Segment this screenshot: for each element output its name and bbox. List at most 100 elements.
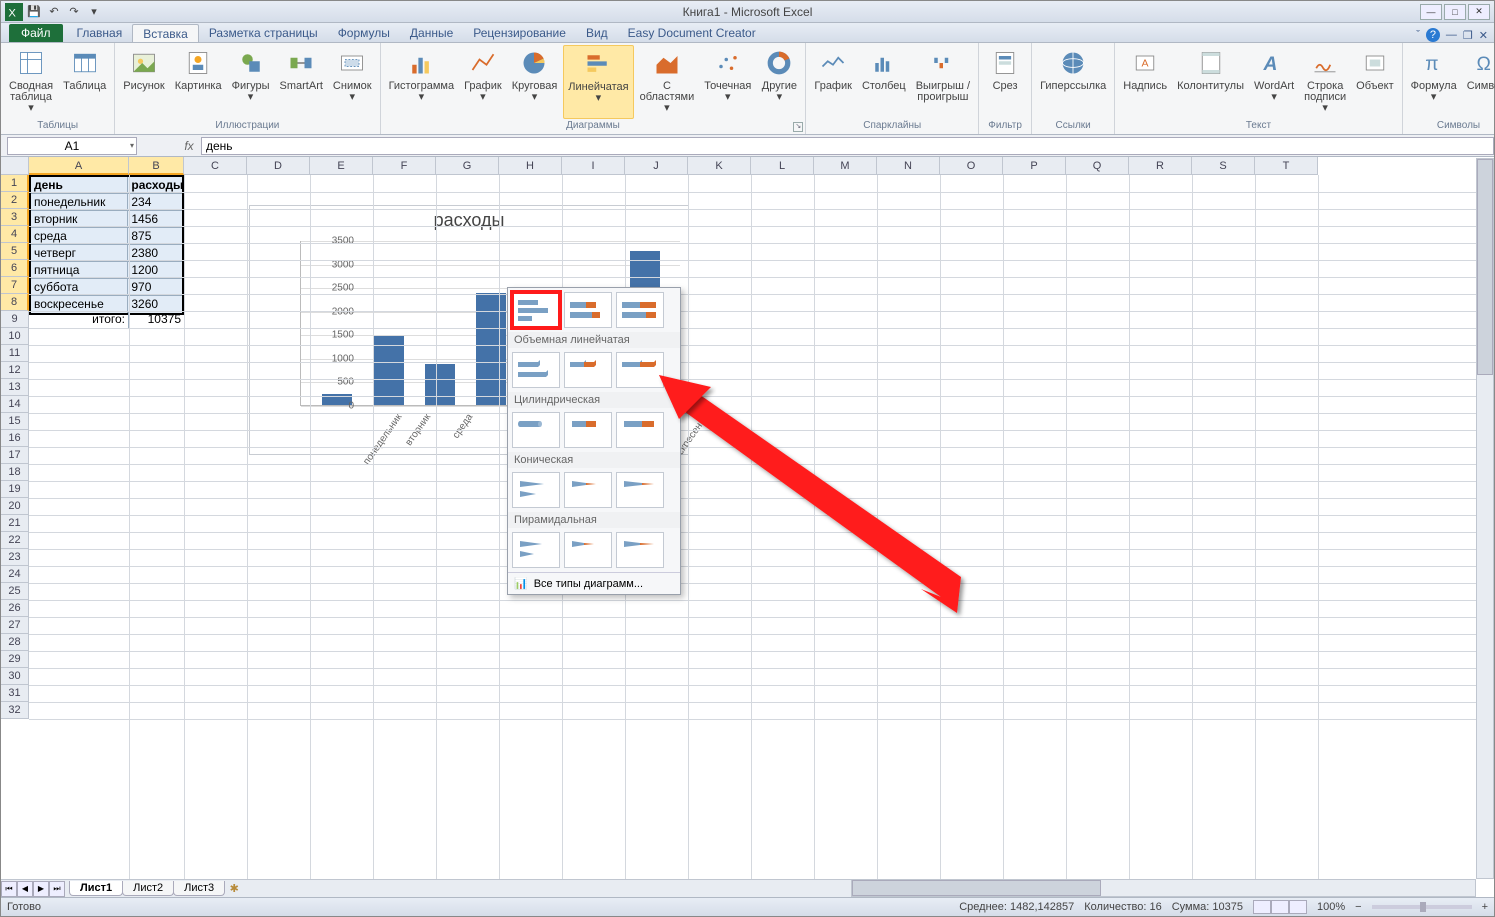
tab-insert[interactable]: Вставка — [132, 24, 199, 42]
column-header[interactable]: E — [310, 157, 373, 175]
gallery-pyr-100stacked[interactable] — [616, 532, 664, 568]
row-header[interactable]: 27 — [1, 617, 29, 634]
object-button[interactable]: Объект — [1352, 45, 1397, 119]
scatter-chart-button[interactable]: Точечная▾ — [700, 45, 755, 119]
header-footer-button[interactable]: Колонтитулы — [1173, 45, 1248, 119]
row-header[interactable]: 7 — [1, 277, 29, 294]
row-header[interactable]: 31 — [1, 685, 29, 702]
column-header[interactable]: T — [1255, 157, 1318, 175]
sheet-tab-2[interactable]: Лист2 — [122, 881, 174, 896]
gallery-cyl-100stacked[interactable] — [616, 412, 664, 448]
fx-icon[interactable]: fx — [177, 139, 201, 153]
row-header[interactable]: 18 — [1, 464, 29, 481]
gallery-3dbar-clustered[interactable] — [512, 352, 560, 388]
formula-input[interactable]: день — [201, 137, 1494, 155]
save-icon[interactable]: 💾 — [25, 3, 43, 21]
wordart-button[interactable]: AWordArt▾ — [1250, 45, 1298, 119]
column-header[interactable]: Q — [1066, 157, 1129, 175]
worksheet-grid[interactable]: ABCDEFGHIJKLMNOPQRST 1234567891011121314… — [1, 157, 1494, 881]
row-header[interactable]: 13 — [1, 379, 29, 396]
column-header[interactable]: K — [688, 157, 751, 175]
gallery-cone-clustered[interactable] — [512, 472, 560, 508]
row-header[interactable]: 16 — [1, 430, 29, 447]
textbox-button[interactable]: AНадпись — [1119, 45, 1171, 119]
sheet-tab-3[interactable]: Лист3 — [173, 881, 225, 896]
tab-home[interactable]: Главная — [67, 24, 133, 42]
tab-review[interactable]: Рецензирование — [463, 24, 576, 42]
column-header[interactable]: M — [814, 157, 877, 175]
row-header[interactable]: 19 — [1, 481, 29, 498]
column-header[interactable]: N — [877, 157, 940, 175]
picture-button[interactable]: Рисунок — [119, 45, 169, 119]
column-header[interactable]: S — [1192, 157, 1255, 175]
help-icon[interactable]: ? — [1426, 28, 1440, 42]
column-header[interactable]: G — [436, 157, 499, 175]
column-header[interactable]: O — [940, 157, 1003, 175]
row-header[interactable]: 17 — [1, 447, 29, 464]
tab-formulas[interactable]: Формулы — [328, 24, 400, 42]
doc-restore-icon[interactable]: ❐ — [1463, 29, 1473, 42]
row-header[interactable]: 15 — [1, 413, 29, 430]
column-header[interactable]: H — [499, 157, 562, 175]
gallery-3dbar-100stacked[interactable] — [616, 352, 664, 388]
row-header[interactable]: 10 — [1, 328, 29, 345]
row-header[interactable]: 23 — [1, 549, 29, 566]
gallery-bar-stacked[interactable] — [564, 292, 612, 328]
tab-view[interactable]: Вид — [576, 24, 618, 42]
gallery-pyr-clustered[interactable] — [512, 532, 560, 568]
tab-data[interactable]: Данные — [400, 24, 463, 42]
pie-chart-button[interactable]: Круговая▾ — [508, 45, 562, 119]
table-button[interactable]: Таблица — [59, 45, 110, 119]
sheet-tab-1[interactable]: Лист1 — [69, 881, 123, 896]
row-header[interactable]: 25 — [1, 583, 29, 600]
row-header[interactable]: 1 — [1, 175, 29, 192]
row-header[interactable]: 22 — [1, 532, 29, 549]
gallery-3dbar-stacked[interactable] — [564, 352, 612, 388]
charts-dialog-launcher[interactable]: ↘ — [793, 122, 803, 132]
row-header[interactable]: 32 — [1, 702, 29, 719]
line-chart-button[interactable]: График▾ — [460, 45, 506, 119]
column-header[interactable]: J — [625, 157, 688, 175]
bar-chart-button[interactable]: Линейчатая▾ — [563, 45, 633, 119]
row-header[interactable]: 20 — [1, 498, 29, 515]
shapes-button[interactable]: Фигуры▾ — [228, 45, 274, 119]
gallery-cyl-stacked[interactable] — [564, 412, 612, 448]
gallery-bar-clustered[interactable] — [512, 292, 560, 328]
row-header[interactable]: 30 — [1, 668, 29, 685]
close-button[interactable]: ✕ — [1468, 4, 1490, 20]
new-sheet-button[interactable]: ✱ — [224, 882, 244, 895]
sparkline-line-button[interactable]: График — [810, 45, 856, 119]
row-header[interactable]: 24 — [1, 566, 29, 583]
row-header[interactable]: 2 — [1, 192, 29, 209]
other-charts-button[interactable]: Другие▾ — [757, 45, 801, 119]
name-box[interactable]: A1 — [7, 137, 137, 155]
row-header[interactable]: 11 — [1, 345, 29, 362]
view-page-break-button[interactable] — [1289, 900, 1307, 914]
sparkline-column-button[interactable]: Столбец — [858, 45, 910, 119]
column-header[interactable]: F — [373, 157, 436, 175]
screenshot-button[interactable]: Снимок▾ — [329, 45, 376, 119]
row-header[interactable]: 3 — [1, 209, 29, 226]
zoom-in-button[interactable]: + — [1482, 901, 1488, 913]
row-header[interactable]: 12 — [1, 362, 29, 379]
undo-icon[interactable]: ↶ — [45, 3, 63, 21]
row-header[interactable]: 28 — [1, 634, 29, 651]
zoom-slider[interactable] — [1372, 905, 1472, 909]
view-normal-button[interactable] — [1253, 900, 1271, 914]
clipart-button[interactable]: Картинка — [171, 45, 226, 119]
gallery-bar-100stacked[interactable] — [616, 292, 664, 328]
row-header[interactable]: 9 — [1, 311, 29, 328]
gallery-cone-stacked[interactable] — [564, 472, 612, 508]
tab-nav-prev[interactable]: ◀ — [17, 881, 33, 897]
doc-close-icon[interactable]: ✕ — [1479, 29, 1488, 42]
minimize-button[interactable]: — — [1420, 4, 1442, 20]
equation-button[interactable]: πФормула▾ — [1407, 45, 1461, 119]
sparkline-winloss-button[interactable]: Выигрыш / проигрыш — [912, 45, 974, 119]
gallery-cone-100stacked[interactable] — [616, 472, 664, 508]
excel-icon[interactable]: X — [5, 3, 23, 21]
row-header[interactable]: 29 — [1, 651, 29, 668]
gallery-cyl-clustered[interactable] — [512, 412, 560, 448]
row-header[interactable]: 4 — [1, 226, 29, 243]
column-header[interactable]: C — [184, 157, 247, 175]
row-header[interactable]: 21 — [1, 515, 29, 532]
